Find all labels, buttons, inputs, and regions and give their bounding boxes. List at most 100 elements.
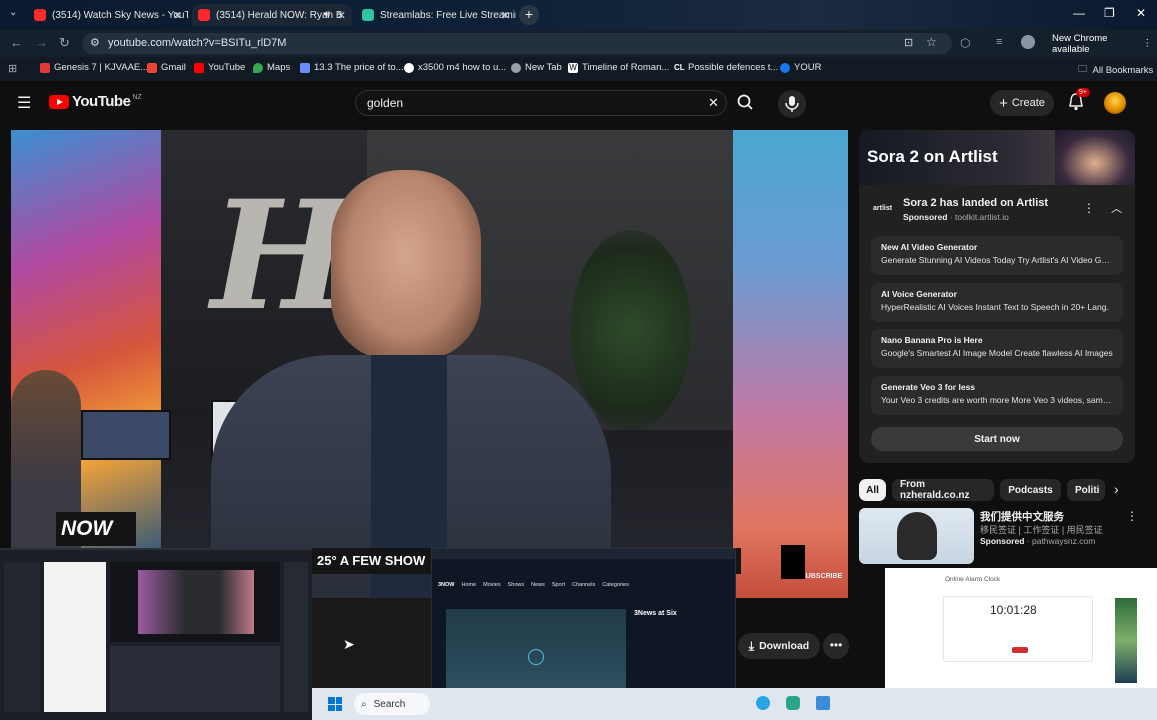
tab-title: (3514) Watch Sky News - YouT [52,9,188,21]
download-icon: ⤓ [748,638,755,653]
preview-panel [110,562,280,642]
extensions-icon[interactable]: ⬡ [960,36,970,50]
new-tab-button[interactable]: + [519,5,539,25]
ad-menu-icon[interactable]: ⋮ [1083,201,1095,215]
ad-sitelink[interactable]: New AI Video Generator Generate Stunning… [871,236,1123,275]
all-bookmarks[interactable]: 🗀 All Bookmarks [1078,62,1153,78]
youtube-logo[interactable]: YouTube NZ [49,93,142,110]
rec-ad-thumbnail[interactable] [859,508,974,564]
notification-badge: 9+ [1076,88,1090,97]
mixer-panel [110,646,280,712]
ad-headline[interactable]: Sora 2 has landed on Artlist [903,197,1048,209]
streaming-app-preview[interactable] [0,548,312,720]
clock-site-title: Online Alarm Clock [945,576,1001,583]
clear-search-icon[interactable]: ✕ [708,95,719,111]
app-icon[interactable] [786,696,800,710]
omnibox[interactable]: ⚙ youtube.com/watch?v=BSITu_rlD7M ⊡ ☆ [82,33,952,54]
taskbar-search[interactable]: ⌕ Search [354,693,430,715]
tab-sky-news[interactable]: (3514) Watch Sky News - YouT ✕ [28,4,188,26]
site-info-icon[interactable]: ⚙ [90,36,100,49]
windows-start-icon[interactable] [328,697,342,711]
minimize-icon[interactable]: — [1073,6,1085,20]
bookmark-star-icon[interactable]: ☆ [926,35,937,49]
speaker-icon[interactable]: 🔊︎ [324,9,330,20]
notifications-button[interactable]: 9+ [1066,88,1090,117]
chip-politics[interactable]: Politi [1067,479,1105,501]
background-screen [733,130,848,598]
search-icon [737,94,753,110]
ad-banner-title: Sora 2 on Artlist [867,147,998,166]
chevron-right-icon[interactable]: › [1114,481,1119,497]
presenter-face [331,170,481,360]
set-alarm-button[interactable] [1012,647,1028,653]
youtube-favicon-icon [34,9,46,21]
url-text[interactable]: youtube.com/watch?v=BSITu_rlD7M [108,37,286,49]
profile-avatar[interactable] [1021,35,1035,49]
right-panel [284,562,308,712]
rec-ad-title[interactable]: 我们提供中文服务 [980,509,1064,524]
bookmark-timeline[interactable]: W Timeline of Roman... [568,62,669,73]
search-input[interactable]: golden ✕ [355,90,727,116]
bookmark-possible-defences[interactable]: CL Possible defences t... [674,62,778,73]
video-player[interactable]: H NOW 25° A FEW SHOW 26 SUBSCRIBE [11,130,848,598]
telegram-icon[interactable] [756,696,770,710]
hamburger-menu-icon[interactable]: ☰ [17,93,31,113]
install-icon[interactable]: ⊡ [904,36,913,49]
maps-pin-icon [253,62,263,73]
monitor-decor [81,410,171,460]
close-icon[interactable]: ✕ [173,9,182,22]
maximize-icon[interactable]: ❐ [1104,6,1115,20]
tab-herald-now[interactable]: (3514) Herald NOW: Ryan B 🔊︎ ✕ [192,4,352,26]
subscribe-overlay[interactable]: SUBSCRIBE [801,573,842,580]
chip-podcasts[interactable]: Podcasts [1000,479,1061,501]
bookmark-gmail[interactable]: Gmail [147,62,186,73]
media-control-icon[interactable]: ≡ [996,36,1002,48]
ad-sitelink[interactable]: AI Voice Generator HyperRealistic AI Voi… [871,283,1123,322]
wikipedia-icon: W [568,62,578,73]
tab-streamlabs[interactable]: Streamlabs: Free Live Streamin ✕ [356,4,516,26]
collapse-chevron-icon[interactable]: ︿ [1111,200,1122,216]
rec-ad-menu-icon[interactable]: ⋮ [1126,509,1138,523]
chip-from-nzherald[interactable]: From nzherald.co.nz [892,479,994,501]
bookmark-x3500[interactable]: x3500 m4 how to u... [404,62,506,73]
create-button[interactable]: + Create [990,90,1054,116]
rec-ad-desc: 移民签证 | 工作签证 | 用民签证 [980,525,1103,535]
bookmark-new-tab[interactable]: New Tab [511,62,562,73]
bookmark-youtube[interactable]: YouTube [194,62,245,73]
new-chrome-available-button[interactable]: New Chrome available ⋮ [1044,33,1152,55]
tab-search-icon[interactable]: ⌄ [9,7,17,18]
close-icon[interactable]: ✕ [337,9,346,22]
voice-search-button[interactable] [778,90,806,118]
back-icon[interactable]: ← [10,35,23,50]
download-button[interactable]: ⤓ Download [738,633,820,659]
cl-icon: CL [674,62,685,72]
youtube-favicon-icon [198,9,210,21]
search-button[interactable] [728,90,764,116]
ad-banner[interactable]: Sora 2 on Artlist [859,130,1135,185]
bookmark-price[interactable]: 13.3 The price of to... [300,62,404,73]
close-window-icon[interactable]: ✕ [1136,6,1146,20]
bookmark-your[interactable]: YOUR [780,62,821,73]
bookmark-maps[interactable]: Maps [253,62,290,73]
news-show-title: 3News at Six [634,610,677,617]
more-actions-icon[interactable]: ••• [823,633,849,659]
start-now-button[interactable]: Start now [871,427,1123,451]
app-icon[interactable] [816,696,830,710]
reload-icon[interactable]: ↻ [59,35,70,51]
news-site-nav: 3NOW Home Movies Shows News Sport Channels Cat… [438,582,629,588]
close-icon[interactable]: ✕ [501,9,510,22]
account-avatar[interactable] [1104,92,1126,114]
chip-all[interactable]: All [859,479,886,501]
ad-sitelink[interactable]: Generate Veo 3 for less Your Veo 3 credi… [871,376,1123,415]
bookmark-genesis[interactable]: Genesis 7 | KJVAAE... [40,62,148,73]
google-icon [404,62,414,73]
search-icon: ⌕ [361,698,367,710]
ad-sitelink[interactable]: Nano Banana Pro is Here Google's Smartes… [871,329,1123,368]
ticker-text: 25° A FEW SHOW [317,553,426,568]
news-site-preview[interactable]: 3NOW Home Movies Shows News Sport Channels Cat… [431,548,736,708]
forward-icon[interactable]: → [35,35,48,50]
apps-grid-icon[interactable]: ⊞ [8,62,17,75]
clock-panel: 10:01:28 [943,596,1093,662]
artlist-logo: artlist [873,205,893,212]
preview-titlebar [432,549,735,559]
